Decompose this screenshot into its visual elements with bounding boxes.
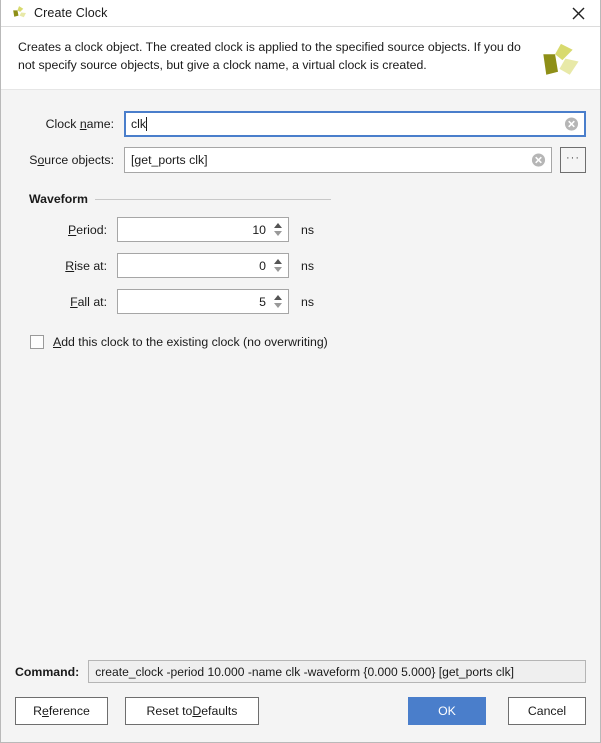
group-separator (95, 199, 331, 200)
fall-at-label: Fall at: (29, 295, 117, 309)
fall-at-label-mnemonic: F (70, 295, 78, 309)
fall-at-label-post: all at: (78, 295, 107, 309)
rise-at-label: Rise at: (29, 259, 117, 273)
dialog-header: Creates a clock object. The created cloc… (1, 27, 600, 90)
source-objects-row: Source objects: [get_ports clk] ··· (15, 147, 586, 173)
clock-name-input[interactable]: clk (124, 111, 586, 137)
clock-name-label-post: ame: (87, 117, 114, 131)
period-label-post: eriod: (76, 223, 107, 237)
reference-label-pre: R (33, 704, 42, 718)
clear-circle-icon[interactable] (531, 153, 546, 168)
waveform-group: Waveform Period: 10 ns Rise at: 0 (15, 192, 586, 314)
waveform-group-header: Waveform (29, 192, 586, 206)
spinner-up-icon[interactable] (274, 259, 282, 264)
clock-name-value: clk (131, 117, 146, 131)
clock-name-label-mnemonic: n (80, 117, 87, 131)
clock-name-label: Clock name: (15, 117, 124, 131)
rise-at-value: 0 (259, 259, 266, 273)
command-value-field: create_clock -period 10.000 -name clk -w… (88, 660, 586, 683)
reset-label-pre: Reset to (147, 704, 193, 718)
reset-label-mnemonic: D (192, 704, 201, 718)
spinner-up-icon[interactable] (274, 223, 282, 228)
reference-label-post: ference (49, 704, 90, 718)
period-label-mnemonic: P (68, 223, 76, 237)
add-clock-label-post: dd this clock to the existing clock (no … (61, 335, 328, 349)
source-objects-input[interactable]: [get_ports clk] (124, 147, 552, 173)
window-title: Create Clock (34, 6, 556, 20)
command-row: Command: create_clock -period 10.000 -na… (1, 660, 600, 683)
add-clock-label-mnemonic: A (53, 335, 61, 349)
dialog-button-bar: Reference Reset to Defaults OK Cancel (1, 697, 600, 725)
command-label: Command: (15, 665, 79, 679)
rise-at-stepper[interactable]: 0 (117, 253, 289, 278)
source-objects-value: [get_ports clk] (131, 153, 208, 167)
waveform-group-title: Waveform (29, 192, 88, 206)
rise-at-row: Rise at: 0 ns (29, 253, 586, 278)
source-objects-label-post: urce objects: (44, 153, 114, 167)
spinner-down-icon[interactable] (274, 267, 282, 272)
add-clock-checkbox-label: Add this clock to the existing clock (no… (53, 335, 328, 349)
vivado-pinwheel-logo (536, 42, 580, 84)
reference-label-mnemonic: e (42, 704, 49, 718)
reset-to-defaults-button[interactable]: Reset to Defaults (125, 697, 259, 725)
ok-button[interactable]: OK (408, 697, 486, 725)
cancel-button[interactable]: Cancel (508, 697, 586, 725)
rise-at-label-mnemonic: R (65, 259, 74, 273)
spinner-down-icon[interactable] (274, 303, 282, 308)
add-clock-checkbox[interactable] (30, 335, 44, 349)
period-stepper[interactable]: 10 (117, 217, 289, 242)
clock-name-label-pre: Clock (46, 117, 80, 131)
text-caret (146, 117, 147, 131)
period-unit: ns (301, 223, 314, 237)
reset-label-post: efaults (201, 704, 237, 718)
period-label: Period: (29, 223, 117, 237)
dialog-body: Clock name: clk Source objects: [get_por… (1, 90, 600, 660)
source-objects-label: Source objects: (15, 153, 124, 167)
spinner-down-icon[interactable] (274, 231, 282, 236)
fall-at-unit: ns (301, 295, 314, 309)
vivado-pinwheel-icon (10, 5, 27, 22)
dialog-description: Creates a clock object. The created cloc… (18, 39, 536, 74)
spinner-up-icon[interactable] (274, 295, 282, 300)
fall-at-row: Fall at: 5 ns (29, 289, 586, 314)
period-value: 10 (252, 223, 266, 237)
fall-at-spinner-arrows[interactable] (271, 290, 284, 313)
fall-at-value: 5 (259, 295, 266, 309)
add-clock-checkbox-row[interactable]: Add this clock to the existing clock (no… (15, 335, 586, 349)
fall-at-stepper[interactable]: 5 (117, 289, 289, 314)
rise-at-spinner-arrows[interactable] (271, 254, 284, 277)
period-spinner-arrows[interactable] (271, 218, 284, 241)
clear-circle-icon[interactable] (564, 117, 579, 132)
reference-button[interactable]: Reference (15, 697, 108, 725)
close-button[interactable] (556, 0, 600, 27)
close-icon (572, 7, 585, 20)
titlebar: Create Clock (1, 0, 600, 27)
rise-at-label-post: ise at: (74, 259, 107, 273)
rise-at-unit: ns (301, 259, 314, 273)
period-row: Period: 10 ns (29, 217, 586, 242)
create-clock-dialog: Create Clock Creates a clock object. The… (0, 0, 601, 743)
browse-source-objects-button[interactable]: ··· (560, 147, 586, 173)
clock-name-row: Clock name: clk (15, 111, 586, 137)
